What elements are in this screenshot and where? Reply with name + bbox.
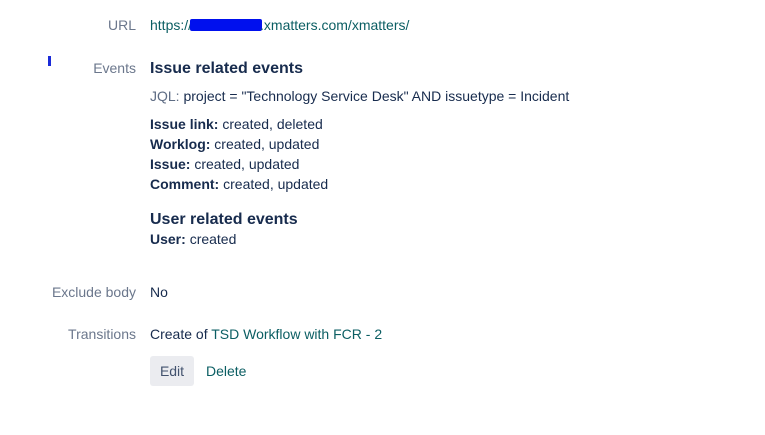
event-actions: created, updated <box>223 176 329 192</box>
url-suffix[interactable]: .xmatters.com/xmatters/ <box>260 17 409 33</box>
event-actions: created, updated <box>194 156 300 172</box>
event-line-user: User: created <box>150 229 236 249</box>
jql-query: project = "Technology Service Desk" AND … <box>183 88 570 104</box>
event-line-issue: Issue: created, updated <box>150 154 299 174</box>
event-actions: created, deleted <box>222 116 323 132</box>
event-line-worklog: Worklog: created, updated <box>150 134 319 154</box>
user-events-heading: User related events <box>150 211 298 228</box>
event-name: Worklog: <box>150 136 211 152</box>
event-name: User: <box>150 231 186 247</box>
event-name: Issue link: <box>150 116 219 132</box>
workflow-link[interactable]: TSD Workflow with FCR - 2 <box>211 326 382 342</box>
event-name: Comment: <box>150 176 220 192</box>
jql-label: JQL: <box>150 88 180 104</box>
event-actions: created <box>189 231 237 247</box>
events-label: Events <box>93 60 136 76</box>
event-line-issue-link: Issue link: created, deleted <box>150 114 323 134</box>
issue-events-heading: Issue related events <box>150 60 303 77</box>
transitions-value: Create of TSD Workflow with FCR - 2 <box>150 326 382 342</box>
focus-marker <box>48 56 51 66</box>
delete-link[interactable]: Delete <box>206 363 246 379</box>
redaction-mark <box>190 19 263 31</box>
exclude-body-value: No <box>150 284 168 300</box>
exclude-body-label: Exclude body <box>51 284 136 300</box>
url-prefix[interactable]: https:// <box>150 17 192 33</box>
transitions-prefix: Create of <box>150 326 212 342</box>
jql-line: JQL: project = "Technology Service Desk"… <box>150 88 569 104</box>
event-actions: created, updated <box>214 136 320 152</box>
url-value[interactable]: https:// .xmatters.com/xmatters/ <box>150 17 409 33</box>
event-line-comment: Comment: created, updated <box>150 174 328 194</box>
edit-button[interactable]: Edit <box>150 356 194 386</box>
url-label: URL <box>107 17 136 33</box>
transitions-label: Transitions <box>68 326 136 342</box>
event-name: Issue: <box>150 156 191 172</box>
